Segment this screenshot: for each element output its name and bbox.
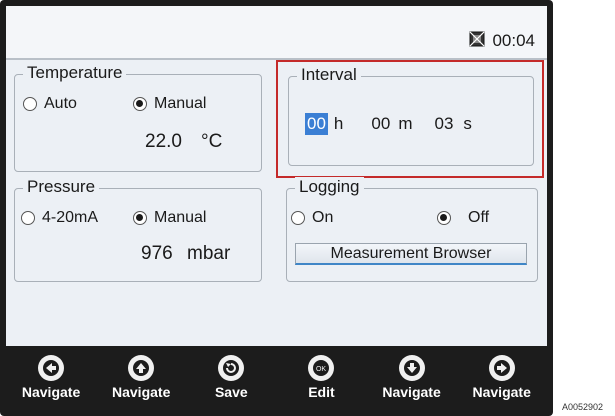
softkey-navigate-down[interactable]: Navigate (367, 353, 457, 410)
measurement-browser-button[interactable]: Measurement Browser (295, 243, 527, 265)
radio-icon (21, 211, 35, 225)
radio-icon (23, 97, 37, 111)
display-screen: 00:04 Temperature Auto Manual 22.0 °C In… (6, 6, 547, 346)
logging-group: Logging On Off Measurement Browser (286, 177, 538, 282)
temperature-value[interactable]: 22.0 (145, 131, 182, 153)
arrow-down-icon (398, 355, 425, 381)
temperature-title: Temperature (23, 63, 127, 83)
temperature-auto-radio[interactable]: Auto (23, 95, 77, 113)
figure-code: A0052902 (562, 402, 604, 412)
radio-selected-icon (437, 211, 451, 225)
softkey-navigate-up[interactable]: Navigate (96, 353, 186, 410)
softkey-bar: Navigate Navigate Save OK Edit Navigate (6, 353, 547, 410)
radio-icon (291, 211, 305, 225)
temperature-manual-radio[interactable]: Manual (133, 95, 206, 113)
battery-icon (468, 30, 486, 53)
interval-fields: 00 h 00 m 03 s (305, 113, 472, 135)
interval-hours-field[interactable]: 00 (305, 113, 328, 135)
softkey-save[interactable]: Save (186, 353, 276, 410)
time-label: 00:04 (492, 31, 535, 50)
softkey-navigate-right[interactable]: Navigate (457, 353, 547, 410)
softkey-label: Save (214, 384, 248, 400)
interval-minutes-field[interactable]: 00 (369, 113, 392, 135)
minutes-unit: m (398, 114, 413, 133)
logging-on-radio[interactable]: On (291, 209, 333, 227)
arrow-right-icon (488, 355, 515, 381)
svg-text:OK: OK (316, 366, 326, 373)
interval-group: Interval 00 h 00 m 03 s (288, 65, 534, 166)
seconds-unit: s (463, 114, 472, 133)
ok-icon: OK (308, 355, 335, 381)
status-bar: 00:04 (6, 6, 547, 60)
arrow-up-icon (128, 355, 155, 381)
softkey-label: Navigate (472, 384, 531, 400)
interval-title: Interval (297, 65, 361, 85)
pressure-4-20ma-radio[interactable]: 4-20mA (21, 209, 98, 227)
softkey-navigate-left[interactable]: Navigate (6, 353, 96, 410)
pressure-title: Pressure (23, 177, 100, 197)
pressure-unit: mbar (187, 243, 231, 264)
softkey-label: Navigate (112, 384, 171, 400)
arrow-left-icon (38, 355, 65, 381)
softkey-label: Edit (308, 384, 335, 400)
save-icon (218, 355, 245, 381)
softkey-edit[interactable]: OK Edit (276, 353, 366, 410)
logging-off-radio[interactable]: Off (437, 209, 489, 227)
temperature-unit: °C (201, 131, 223, 152)
interval-seconds-field[interactable]: 03 (432, 113, 455, 135)
logging-title: Logging (295, 177, 364, 197)
radio-selected-icon (133, 211, 147, 225)
status-time: 00:04 (468, 28, 535, 54)
softkey-label: Navigate (21, 384, 81, 400)
radio-selected-icon (133, 97, 147, 111)
hours-unit: h (333, 114, 344, 133)
device-frame: 00:04 Temperature Auto Manual 22.0 °C In… (0, 0, 553, 416)
pressure-value[interactable]: 976 (141, 243, 173, 265)
softkey-label: Navigate (382, 384, 441, 400)
temperature-group: Temperature Auto Manual 22.0 °C (14, 63, 262, 172)
pressure-manual-radio[interactable]: Manual (133, 209, 206, 227)
pressure-group: Pressure 4-20mA Manual 976 mbar (14, 177, 262, 282)
